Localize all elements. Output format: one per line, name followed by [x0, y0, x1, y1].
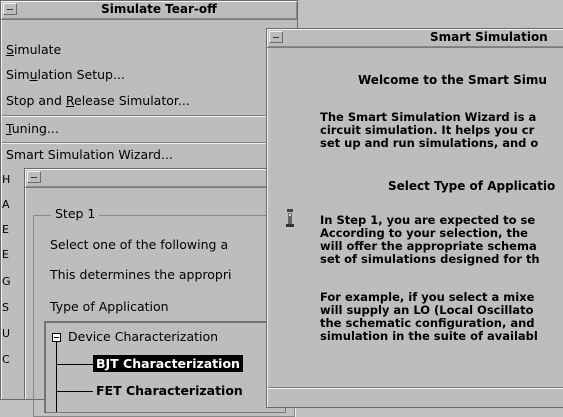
wizard-separator: [268, 387, 563, 389]
hidden-item-letter: C: [2, 353, 10, 366]
hidden-item-letter: G: [2, 275, 11, 288]
collapse-icon[interactable]: [52, 333, 61, 342]
window-menu-icon[interactable]: [269, 31, 283, 43]
menu-item-label: Sim: [6, 67, 30, 82]
menu-item-simulate[interactable]: Simulate: [1, 38, 297, 62]
tree-node-device-characterization[interactable]: Device Characterization: [65, 328, 221, 345]
step-group-label: Step 1: [51, 206, 100, 221]
menu-item-label: Stop and: [6, 93, 66, 108]
hidden-item-letter: E: [2, 248, 9, 261]
type-of-application-label: Type of Application: [50, 299, 169, 314]
tree-node-fet-characterization[interactable]: FET Characterization: [93, 382, 246, 399]
step-window: Step 1 Select one of the following a Thi…: [24, 168, 295, 417]
example-paragraph: For example, if you select a mixe will su…: [320, 291, 563, 343]
menu-item-simulation-setup[interactable]: Simulation Setup...: [1, 63, 297, 87]
step-paragraph: In Step 1, you are expected to se Accordi…: [320, 214, 563, 266]
tearoff-title: Simulate Tear-off: [101, 2, 217, 16]
menu-item-smart-simulation-wizard[interactable]: Smart Simulation Wizard...: [1, 143, 297, 167]
tearoff-titlebar[interactable]: Simulate Tear-off: [1, 1, 297, 20]
hidden-item-letter: H: [2, 173, 11, 186]
menu-item-stop-release[interactable]: Stop and Release Simulator...: [1, 89, 297, 113]
tree-connector: [57, 364, 93, 365]
window-menu-icon[interactable]: [27, 171, 41, 183]
text-line: set of simulations designed for th: [320, 252, 540, 266]
mnemonic-letter: R: [65, 93, 75, 108]
description-text: This determines the appropri: [50, 267, 232, 282]
application-tree[interactable]: Device Characterization BJT Characteriza…: [44, 321, 286, 413]
wizard-title: Smart Simulation: [430, 30, 548, 44]
hidden-item-letter: A: [2, 198, 10, 211]
text-line: set up and run simulations, and o: [320, 136, 539, 150]
hidden-item-letter: E: [2, 223, 9, 236]
tree-node-bjt-characterization[interactable]: BJT Characterization: [93, 355, 243, 372]
instruction-text: Select one of the following a: [50, 237, 229, 252]
mnemonic-letter: S: [6, 42, 14, 57]
menu-item-label: imulate: [13, 42, 62, 57]
welcome-heading: Welcome to the Smart Simu: [358, 73, 547, 87]
info-scroll-icon: [286, 209, 294, 227]
step-window-titlebar[interactable]: [25, 169, 273, 188]
hidden-item-letter: U: [2, 327, 11, 340]
intro-paragraph: The Smart Simulation Wizard is a circuit …: [320, 111, 563, 150]
menu-item-label: lation Setup...: [37, 67, 125, 82]
wizard-titlebar[interactable]: Smart Simulation: [267, 29, 563, 48]
tree-connector: [57, 391, 93, 392]
text-line: simulation in the suite of availabl: [320, 329, 538, 343]
menu-item-label: elease Simulator...: [74, 93, 190, 108]
menu-item-label: uning...: [11, 121, 59, 136]
hidden-item-letter: S: [2, 301, 9, 314]
select-type-heading: Select Type of Applicatio: [388, 179, 556, 193]
smart-simulation-window: Smart Simulation Welcome to the Smart Si…: [266, 28, 563, 408]
hidden-menu-items: H A E E G S U C: [1, 169, 11, 401]
mnemonic-letter: u: [29, 67, 38, 82]
menu-item-tuning[interactable]: Tuning...: [1, 117, 297, 141]
tree-connector: [56, 342, 57, 412]
